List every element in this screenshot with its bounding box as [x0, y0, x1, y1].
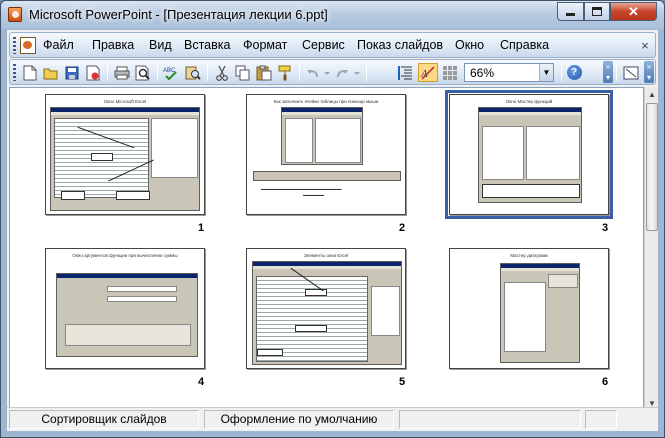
menu-view[interactable]: Вид	[149, 38, 172, 52]
powerpoint-app-icon[interactable]	[8, 7, 22, 22]
scroll-up-icon[interactable]: ▲	[645, 87, 659, 102]
paste-icon[interactable]	[254, 63, 274, 82]
permission-icon[interactable]	[83, 63, 103, 82]
slide-design-icon[interactable]	[621, 63, 641, 82]
slide-screenshot	[500, 263, 580, 363]
status-panel-empty	[585, 410, 617, 429]
research-icon[interactable]	[183, 63, 203, 82]
close-button[interactable]: ✕	[610, 2, 657, 21]
menu-tools[interactable]: Сервис	[302, 38, 345, 52]
slide-thumbnail-5[interactable]: Элементы окна Excel	[246, 248, 406, 369]
status-view: Сортировщик слайдов	[9, 410, 199, 429]
copy-icon[interactable]	[233, 63, 253, 82]
vertical-scrollbar[interactable]: ▲ ▼	[644, 87, 658, 411]
toolbar-separator	[107, 64, 108, 81]
zoom-combobox[interactable]: 66% ▼	[464, 63, 554, 82]
zoom-value[interactable]: 66%	[470, 66, 494, 80]
menu-format[interactable]: Формат	[243, 38, 287, 52]
slide-number-1: 1	[198, 222, 205, 234]
slide-number-5: 5	[399, 376, 406, 388]
callout-box	[257, 349, 283, 356]
grayscale-icon[interactable]	[440, 63, 460, 82]
maximize-icon	[592, 7, 602, 16]
maximize-button[interactable]	[584, 2, 610, 21]
slide-number-6: 6	[602, 376, 609, 388]
slide-number-4: 4	[198, 376, 205, 388]
callout-box	[61, 191, 85, 200]
slide-toolbar-strip	[253, 171, 401, 181]
print-preview-icon[interactable]	[133, 63, 153, 82]
help-button[interactable]: ?	[564, 63, 584, 82]
document-icon[interactable]	[20, 37, 36, 54]
window-title: Microsoft PowerPoint - [Презентация лекц…	[29, 7, 328, 22]
slide-title: Мастер диаграмм	[510, 253, 548, 258]
print-icon[interactable]	[112, 63, 132, 82]
menu-edit[interactable]: Правка	[92, 38, 134, 52]
slide-screenshot	[281, 107, 363, 165]
menu-file[interactable]: Файл	[43, 38, 74, 52]
show-formatting-icon[interactable]: A	[418, 63, 438, 82]
callout-box	[91, 153, 113, 161]
slide-caption: ▬▬▬▬▬▬	[303, 193, 324, 197]
undo-icon[interactable]	[304, 63, 332, 82]
menu-slide-show[interactable]: Показ слайдов	[357, 38, 443, 52]
slide-number-2: 2	[399, 222, 406, 234]
slide-title: Окно Microsoft Excel	[103, 99, 147, 104]
menu-insert[interactable]: Вставка	[184, 38, 230, 52]
toolbar-grip[interactable]	[13, 64, 16, 81]
slide-thumbnail-3[interactable]: Окно Мастер функций	[445, 90, 613, 219]
toolbar-separator	[366, 64, 367, 81]
cut-icon[interactable]	[212, 63, 232, 82]
slide-title: Элементы окна Excel	[303, 253, 349, 258]
slide-caption: ▬▬▬▬▬▬▬▬▬▬▬▬▬▬▬▬▬▬▬▬▬▬▬	[261, 187, 342, 191]
toolbar-separator	[616, 64, 617, 81]
toolbar-options-chevron-icon[interactable]: » ▾	[644, 61, 654, 83]
toolbar-separator	[157, 64, 158, 81]
status-bar: Сортировщик слайдов Оформление по умолча…	[7, 407, 658, 431]
save-icon[interactable]	[62, 63, 82, 82]
scrollbar-thumb[interactable]	[646, 103, 658, 231]
format-painter-icon[interactable]	[275, 63, 295, 82]
menu-window[interactable]: Окно	[455, 38, 484, 52]
document-close-icon[interactable]: ×	[638, 37, 652, 54]
toolbar-separator	[299, 64, 300, 81]
toolbar-separator	[207, 64, 208, 81]
minimize-icon	[566, 13, 575, 16]
help-icon: ?	[566, 65, 582, 80]
close-icon: ✕	[628, 3, 639, 19]
toolbar-separator	[561, 64, 562, 81]
callout-box	[116, 191, 150, 200]
redo-icon[interactable]	[334, 63, 362, 82]
client-area: Файл Правка Вид Вставка Формат Сервис По…	[7, 30, 658, 431]
menu-bar-grip[interactable]	[13, 37, 16, 54]
slide-title: Как заполнить ячейки таблицы при помощи …	[273, 99, 379, 104]
slide-title: Окно аргументов функции при вычислении с…	[72, 253, 178, 258]
slide-thumbnail-6[interactable]: Мастер диаграмм	[449, 248, 609, 369]
minimize-button[interactable]	[557, 2, 584, 21]
expand-all-icon[interactable]	[396, 63, 416, 82]
title-bar[interactable]: Microsoft PowerPoint - [Презентация лекц…	[1, 1, 664, 29]
slide-title: Окно Мастер функций	[505, 99, 553, 104]
status-panel-empty	[399, 410, 581, 429]
status-design: Оформление по умолчанию	[204, 410, 394, 429]
spelling-icon[interactable]: ABC	[162, 63, 182, 82]
chevron-down-icon[interactable]: ▼	[539, 64, 553, 81]
slide-thumbnail-2[interactable]: Как заполнить ячейки таблицы при помощи …	[246, 94, 406, 215]
toolbar-options-chevron-icon[interactable]: » ▾	[603, 61, 613, 83]
open-icon[interactable]	[41, 63, 61, 82]
standard-toolbar: ABC A 66% ▼ ? » ▾ » ▾	[9, 59, 656, 85]
slide-thumbnail-1[interactable]: Окно Microsoft Excel	[45, 94, 205, 215]
menu-bar: Файл Правка Вид Вставка Формат Сервис По…	[9, 32, 656, 58]
slide-thumbnail-4[interactable]: Окно аргументов функции при вычислении с…	[45, 248, 205, 369]
slide-screenshot	[478, 107, 582, 203]
slide-sorter-pane[interactable]: Окно Microsoft Excel 1 Как заполнить яче…	[9, 87, 644, 411]
callout-box	[295, 325, 327, 332]
new-icon[interactable]	[20, 63, 40, 82]
slide-number-3: 3	[602, 222, 609, 234]
powerpoint-window: Microsoft PowerPoint - [Презентация лекц…	[0, 0, 665, 438]
slide-screenshot	[56, 273, 198, 357]
menu-help[interactable]: Справка	[500, 38, 549, 52]
